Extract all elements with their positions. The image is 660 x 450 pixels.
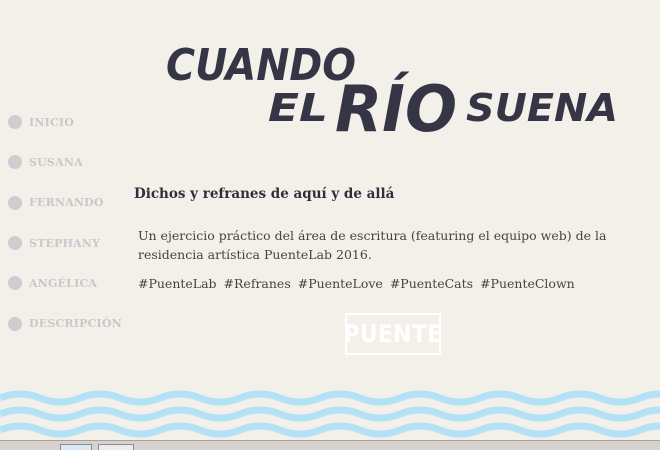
nav-dot-icon [8, 276, 22, 291]
nav-dot-icon [8, 316, 22, 331]
sidebar-item-descripcion[interactable]: DESCRIPCIÓN [8, 303, 128, 343]
sidebar-item-label: DESCRIPCIÓN [29, 317, 122, 331]
nav-dot-icon [8, 195, 22, 210]
wave-line [0, 406, 660, 422]
sidebar-item-label: INICIO [29, 115, 75, 129]
logo-word-suena: SUENA [466, 86, 618, 130]
logo-word-rio: RÍO [335, 71, 457, 147]
nav-dot-icon [8, 236, 22, 251]
wave-line [0, 422, 660, 438]
hashtag: #PuenteLab [138, 276, 217, 291]
page-heading: Dichos y refranes de aquí y de allá [134, 186, 395, 202]
sidebar-item-susana[interactable]: SUSANA [8, 142, 128, 182]
wave-line [0, 390, 660, 406]
sidebar-item-stephany[interactable]: STEPHANY [8, 223, 128, 263]
hashtag: #Refranes [223, 276, 291, 291]
taskbar [0, 440, 660, 450]
sidebar-item-label: STEPHANY [29, 236, 101, 250]
hashtag: #PuenteClown [480, 276, 575, 291]
sidebar-item-label: FERNANDO [29, 196, 104, 210]
hashtag-list: #PuenteLab #Refranes #PuenteLove #Puente… [138, 276, 578, 291]
nav-dot-icon [8, 155, 22, 170]
sidebar-item-fernando[interactable]: FERNANDO [8, 183, 128, 223]
page: CUANDO EL RÍO SUENA INICIO SUSANA FERNAN… [0, 0, 660, 450]
hashtag: #PuenteCats [389, 276, 474, 291]
logo-word-el: EL [268, 86, 328, 130]
sidebar-item-label: ANGÉLICA [29, 276, 98, 290]
taskbar-button[interactable] [60, 444, 92, 450]
wave-decoration [0, 390, 660, 438]
sidebar-item-angelica[interactable]: ANGÉLICA [8, 263, 128, 303]
sidebar-nav: INICIO SUSANA FERNANDO STEPHANY ANGÉLICA… [8, 102, 128, 344]
nav-dot-icon [8, 115, 22, 130]
logo-line-cuando: CUANDO [166, 40, 356, 91]
sidebar-item-label: SUSANA [29, 155, 83, 169]
puente-logo-badge[interactable]: PUENTE [344, 313, 442, 355]
taskbar-button[interactable] [98, 444, 134, 450]
sidebar-item-inicio[interactable]: INICIO [8, 102, 128, 142]
description-text: Un ejercicio práctico del área de escrit… [138, 228, 607, 262]
hashtag: #PuenteLove [297, 276, 383, 291]
